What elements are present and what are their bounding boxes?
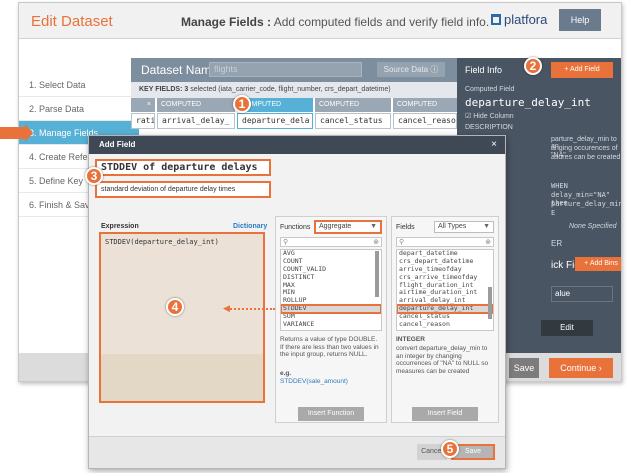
step-parse-data[interactable]: 2. Parse Data — [19, 97, 139, 121]
source-data-label: Source Data — [383, 65, 429, 74]
insert-field-button[interactable]: Insert Field — [412, 407, 478, 421]
column-cell[interactable]: arrival_delay_ — [157, 113, 235, 129]
function-item[interactable]: MAX — [281, 281, 381, 290]
arrow-left-icon: ◀ — [223, 303, 230, 313]
functions-label: Functions — [280, 224, 311, 231]
field-type-label: Computed Field — [465, 86, 515, 93]
functions-panel: Functions Aggregate ▼ ⚲ ⊗ AVG COUNT COUNT_… — [275, 216, 387, 423]
dotted-connector — [227, 308, 275, 310]
save-button[interactable]: Save — [509, 358, 539, 378]
help-button[interactable]: Help — [559, 9, 601, 31]
column-cell[interactable]: cancel_reason — [393, 113, 457, 129]
field-type: INTEGER — [396, 336, 425, 343]
search-icon: ⚲ — [283, 239, 289, 246]
page-header-bold: Manage Fields : — [181, 15, 272, 29]
checkbox-icon: ☑ — [465, 113, 474, 120]
info-icon: ⓘ — [430, 65, 439, 74]
dictionary-link[interactable]: Dictionary — [233, 223, 267, 230]
add-field-label: Add Field — [570, 66, 600, 73]
function-list-scrollbar[interactable] — [375, 251, 379, 297]
key-fields-list: selected (iata_carrier_code, flight_numb… — [188, 86, 391, 93]
field-list-scrollbar[interactable] — [488, 287, 492, 319]
functions-filter-select[interactable]: Aggregate ▼ — [314, 220, 382, 234]
column-cell[interactable]: cancel_status — [315, 113, 391, 129]
field-name-input[interactable]: STDDEV of departure delays — [95, 159, 271, 176]
pointer-arrow — [0, 124, 33, 142]
continue-button[interactable]: Continue › — [549, 358, 613, 378]
field-description: convert departure_delay_min to an intege… — [396, 345, 489, 375]
key-fields-count: KEY FIELDS: 3 — [139, 86, 189, 93]
column-close-icon[interactable]: × — [131, 98, 155, 112]
source-data-button[interactable]: Source Data ⓘ — [377, 62, 445, 77]
field-list: depart_datetime crs_depart_datetime arri… — [396, 249, 494, 331]
chevron-down-icon: ▼ — [483, 223, 490, 230]
page-header-text: Add computed fields and verify field inf… — [271, 15, 490, 29]
logo-text: platfora — [504, 12, 548, 27]
clear-icon[interactable]: ⊗ — [485, 238, 491, 247]
close-icon[interactable]: × — [491, 136, 497, 154]
column-header-computed[interactable]: COMPUTED — [393, 98, 457, 112]
page-header: Manage Fields : Add computed fields and … — [181, 15, 489, 29]
field-search-input[interactable]: ⚲ ⊗ — [396, 237, 494, 247]
description-line: asures can be created — [551, 154, 621, 161]
function-example: STDDEV(sale_amount) — [280, 378, 348, 385]
callout-badge: 1 — [233, 95, 251, 113]
none-specified: None Specified — [569, 223, 617, 230]
top-bar: Edit Dataset Manage Fields : Add compute… — [19, 3, 621, 39]
quick-field-value[interactable]: alue — [551, 286, 613, 302]
fields-filter-value: All Types — [438, 223, 467, 230]
dialog-title: Add Field — [89, 136, 505, 154]
chevron-right-icon: › — [598, 363, 602, 373]
function-description: Returns a value of type DOUBLE. If there… — [280, 336, 379, 358]
add-field-button[interactable]: + Add Field — [551, 62, 613, 78]
callout-badge: 5 — [441, 440, 459, 458]
function-eg-label: e.g. — [280, 370, 292, 377]
platfora-logo: platfora — [491, 12, 547, 27]
edit-button[interactable]: Edit — [541, 320, 593, 336]
dataset-name-input[interactable]: flights — [209, 62, 362, 77]
function-item[interactable]: DISTINCT — [281, 273, 381, 282]
dataset-header: Dataset Name: flights Source Data ⓘ — [131, 58, 457, 82]
insert-function-button[interactable]: Insert Function — [298, 407, 364, 421]
callout-badge: 3 — [85, 167, 103, 185]
functions-filter-value: Aggregate — [319, 223, 352, 230]
field-info-title: Field Info — [465, 65, 503, 75]
hide-column-checkbox[interactable]: ☑ Hide Column — [465, 112, 514, 120]
fields-panel: Fields All Types ▼ ⚲ ⊗ depart_datetime crs… — [391, 216, 499, 423]
column-header-computed[interactable]: COMPUTED — [157, 98, 235, 112]
callout-badge: 2 — [524, 57, 542, 75]
logo-icon — [491, 14, 501, 25]
field-item[interactable]: cancel_reason — [397, 320, 493, 329]
column-cell-selected[interactable]: departure_dela — [237, 113, 313, 129]
column-header-computed[interactable]: COMPUTED — [315, 98, 391, 112]
function-item[interactable]: VARIANCE — [281, 320, 381, 329]
key-fields-bar: KEY FIELDS: 3 selected (iata_carrier_cod… — [131, 82, 457, 98]
search-icon: ⚲ — [399, 239, 405, 246]
function-item-selected[interactable]: STDDEV — [281, 304, 381, 315]
callout-badge: 4 — [166, 298, 184, 316]
add-bins-label: Add Bins — [589, 260, 618, 267]
expression-line: E — [551, 209, 556, 217]
function-search-input[interactable]: ⚲ ⊗ — [280, 237, 382, 247]
description-label: DESCRIPTION — [465, 124, 513, 131]
expression-editor[interactable]: STDDEV(departure_delay_int) — [99, 232, 265, 403]
hide-column-label: Hide Column — [473, 113, 514, 120]
add-bins-button[interactable]: + Add Bins — [575, 257, 621, 271]
step-select-data[interactable]: 1. Select Data — [19, 73, 139, 97]
field-description-input[interactable]: standard deviation of departure delay ti… — [95, 181, 271, 198]
expression-line: WHEN — [551, 182, 568, 190]
field-data-type: ER — [551, 239, 563, 248]
app-title: Edit Dataset — [31, 13, 113, 30]
expression-label: Expression — [101, 223, 139, 230]
fields-label: Fields — [396, 224, 415, 231]
expression-line: parture_delay_min — [551, 200, 622, 208]
continue-label: Continue — [560, 363, 597, 373]
clear-icon[interactable]: ⊗ — [373, 238, 379, 247]
fields-filter-select[interactable]: All Types ▼ — [434, 221, 494, 233]
column-cell[interactable]: rati — [131, 113, 155, 129]
field-name: departure_delay_int — [465, 96, 591, 109]
function-list: AVG COUNT COUNT_VALID DISTINCT MAX MIN R… — [280, 249, 382, 331]
chevron-down-icon: ▼ — [370, 223, 377, 230]
add-field-dialog: Add Field × STDDEV of departure delays s… — [88, 135, 506, 469]
